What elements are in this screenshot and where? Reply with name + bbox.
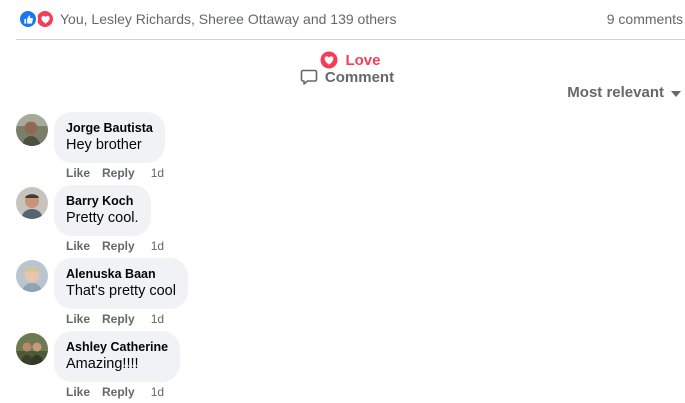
reply-link[interactable]: Reply — [102, 239, 135, 253]
caret-down-icon — [671, 90, 681, 97]
reaction-icons[interactable] — [18, 9, 56, 29]
comment-timestamp[interactable]: 1d — [151, 312, 164, 326]
divider — [16, 39, 685, 40]
comment-text: That's pretty cool — [66, 283, 176, 299]
like-link[interactable]: Like — [66, 239, 90, 253]
comment-text: Pretty cool. — [66, 210, 139, 226]
reaction-summary-bar: You, Lesley Richards, Sheree Ottaway and… — [0, 0, 685, 38]
comment-item: Jorge Bautista Hey brother Like Reply 1d — [16, 112, 616, 184]
comment-actions: Like Reply 1d — [66, 166, 164, 180]
avatar[interactable] — [16, 333, 48, 365]
comment-author[interactable]: Ashley Catherine — [66, 339, 168, 355]
comment-button-label: Comment — [324, 68, 395, 86]
comment-bubble: Ashley Catherine Amazing!!!! — [54, 331, 181, 382]
comment-timestamp[interactable]: 1d — [151, 166, 164, 180]
comment-timestamp[interactable]: 1d — [151, 239, 164, 253]
comment-author[interactable]: Alenuska Baan — [66, 266, 176, 282]
avatar[interactable] — [16, 260, 48, 292]
comment-author[interactable]: Jorge Bautista — [66, 120, 153, 136]
comment-button[interactable]: Comment — [32, 41, 632, 113]
comment-actions: Like Reply 1d — [66, 385, 164, 399]
comment-actions: Like Reply 1d — [66, 239, 164, 253]
comment-item: Alenuska Baan That's pretty cool Like Re… — [16, 258, 616, 330]
reply-link[interactable]: Reply — [102, 385, 135, 399]
like-link[interactable]: Like — [66, 312, 90, 326]
reply-link[interactable]: Reply — [102, 312, 135, 326]
like-icon — [18, 9, 38, 29]
comment-actions: Like Reply 1d — [66, 312, 164, 326]
comment-count-link[interactable]: 9 comments — [607, 11, 683, 27]
comment-bubble: Jorge Bautista Hey brother — [54, 112, 165, 163]
like-link[interactable]: Like — [66, 385, 90, 399]
comment-bubble: Alenuska Baan That's pretty cool — [54, 258, 188, 309]
avatar[interactable] — [16, 114, 48, 146]
reply-link[interactable]: Reply — [102, 166, 135, 180]
comment-text: Hey brother — [66, 137, 142, 153]
comment-author[interactable]: Barry Koch — [66, 193, 139, 209]
comment-text: Amazing!!!! — [66, 356, 139, 372]
love-icon — [35, 9, 55, 29]
sort-dropdown-label: Most relevant — [567, 84, 664, 101]
action-bar: Love Comment — [16, 41, 685, 86]
avatar[interactable] — [16, 187, 48, 219]
comment-item: Ashley Catherine Amazing!!!! Like Reply … — [16, 331, 616, 403]
sort-dropdown[interactable]: Most relevant — [567, 84, 681, 101]
comment-bubble: Barry Koch Pretty cool. — [54, 185, 151, 236]
reaction-names-link[interactable]: You, Lesley Richards, Sheree Ottaway and… — [60, 11, 396, 27]
comment-timestamp[interactable]: 1d — [151, 385, 164, 399]
comment-bubble-icon — [300, 68, 318, 86]
like-link[interactable]: Like — [66, 166, 90, 180]
comment-item: Barry Koch Pretty cool. Like Reply 1d — [16, 185, 616, 257]
